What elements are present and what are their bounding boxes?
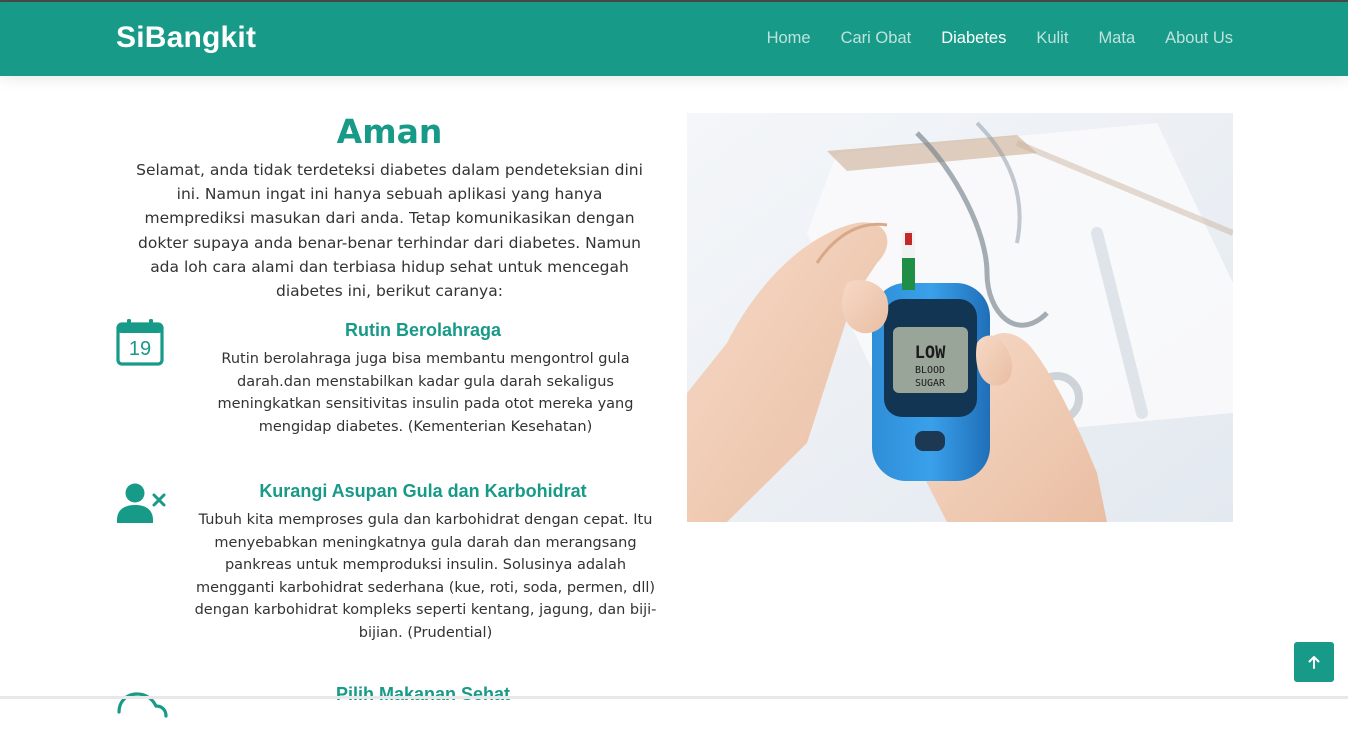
- result-intro: Selamat, anda tidak terdeteksi diabetes …: [136, 161, 643, 301]
- nav-cari-obat[interactable]: Cari Obat: [841, 29, 912, 48]
- nav-about-us[interactable]: About Us: [1165, 29, 1233, 48]
- tip-title: Pilih Makanan Sehat: [335, 684, 511, 704]
- meter-text-low: LOW: [915, 343, 946, 363]
- arrow-up-icon: [1308, 656, 1320, 669]
- nav-kulit[interactable]: Kulit: [1036, 29, 1068, 48]
- back-to-top-button[interactable]: [1294, 642, 1334, 682]
- brand-logo[interactable]: SiBangkit: [116, 21, 256, 55]
- hero-image-glucose-meter: LOW BLOOD SUGAR: [687, 113, 1233, 522]
- nav-home[interactable]: Home: [767, 29, 811, 48]
- cloud-icon: [116, 682, 168, 734]
- calendar-icon: 19: [116, 318, 168, 370]
- tip-description: Tubuh kita memproses gula dan karbohidra…: [194, 512, 657, 641]
- nav-diabetes[interactable]: Diabetes: [941, 29, 1006, 48]
- navbar: SiBangkit Home Cari Obat Diabetes Kulit …: [0, 2, 1348, 76]
- user-remove-icon: [116, 479, 168, 531]
- result-section: Aman Selamat, anda tidak terdeteksi diab…: [116, 110, 663, 718]
- main-nav: Home Cari Obat Diabetes Kulit Mata About…: [737, 29, 1233, 48]
- result-title: Aman: [336, 112, 443, 151]
- tip-title: Rutin Berolahraga: [344, 320, 502, 340]
- tip-title: Kurangi Asupan Gula dan Karbohidrat: [259, 481, 587, 501]
- calendar-day-text: 19: [129, 338, 151, 360]
- tip-description: Rutin berolahraga juga bisa membantu men…: [217, 351, 634, 435]
- nav-mata[interactable]: Mata: [1098, 29, 1135, 48]
- meter-text-sugar: SUGAR: [915, 378, 946, 389]
- meter-text-blood: BLOOD: [915, 365, 945, 376]
